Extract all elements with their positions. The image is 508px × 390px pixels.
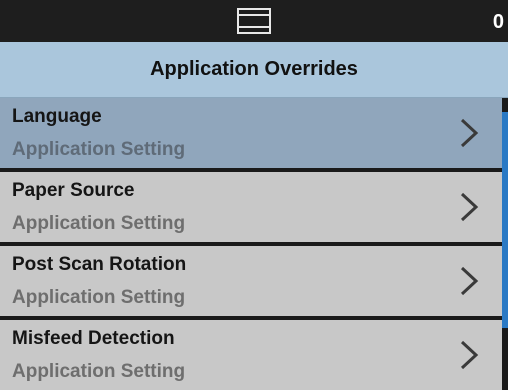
status-count: 0: [492, 11, 504, 33]
list-item-paper-source[interactable]: Paper Source Application Setting: [0, 172, 502, 242]
list-item-label: Post Scan Rotation: [12, 254, 187, 275]
status-bar: 0: [0, 0, 508, 42]
scanner-tray-icon: [237, 8, 271, 34]
chevron-right-icon: [460, 266, 479, 296]
chevron-right-icon: [460, 340, 479, 370]
title-bar: Application Overrides: [0, 42, 508, 98]
list-item-sublabel: Application Setting: [12, 361, 186, 382]
scrollbar[interactable]: [502, 98, 508, 388]
list-item-language[interactable]: Language Application Setting: [0, 98, 502, 168]
scrollbar-thumb[interactable]: [502, 112, 508, 328]
list-item-label: Language: [12, 106, 102, 127]
list-item-sublabel: Application Setting: [12, 213, 186, 234]
list-item-post-scan-rotation[interactable]: Post Scan Rotation Application Setting: [0, 246, 502, 316]
list-item-misfeed-detection[interactable]: Misfeed Detection Application Setting: [0, 320, 502, 390]
list-item-label: Paper Source: [12, 180, 135, 201]
list-item-sublabel: Application Setting: [12, 139, 186, 160]
page-title: Application Overrides: [150, 58, 358, 80]
chevron-right-icon: [460, 118, 479, 148]
list-item-sublabel: Application Setting: [12, 287, 186, 308]
list-item-label: Misfeed Detection: [12, 328, 175, 349]
chevron-right-icon: [460, 192, 479, 222]
settings-list: Language Application Setting Paper Sourc…: [0, 98, 502, 390]
